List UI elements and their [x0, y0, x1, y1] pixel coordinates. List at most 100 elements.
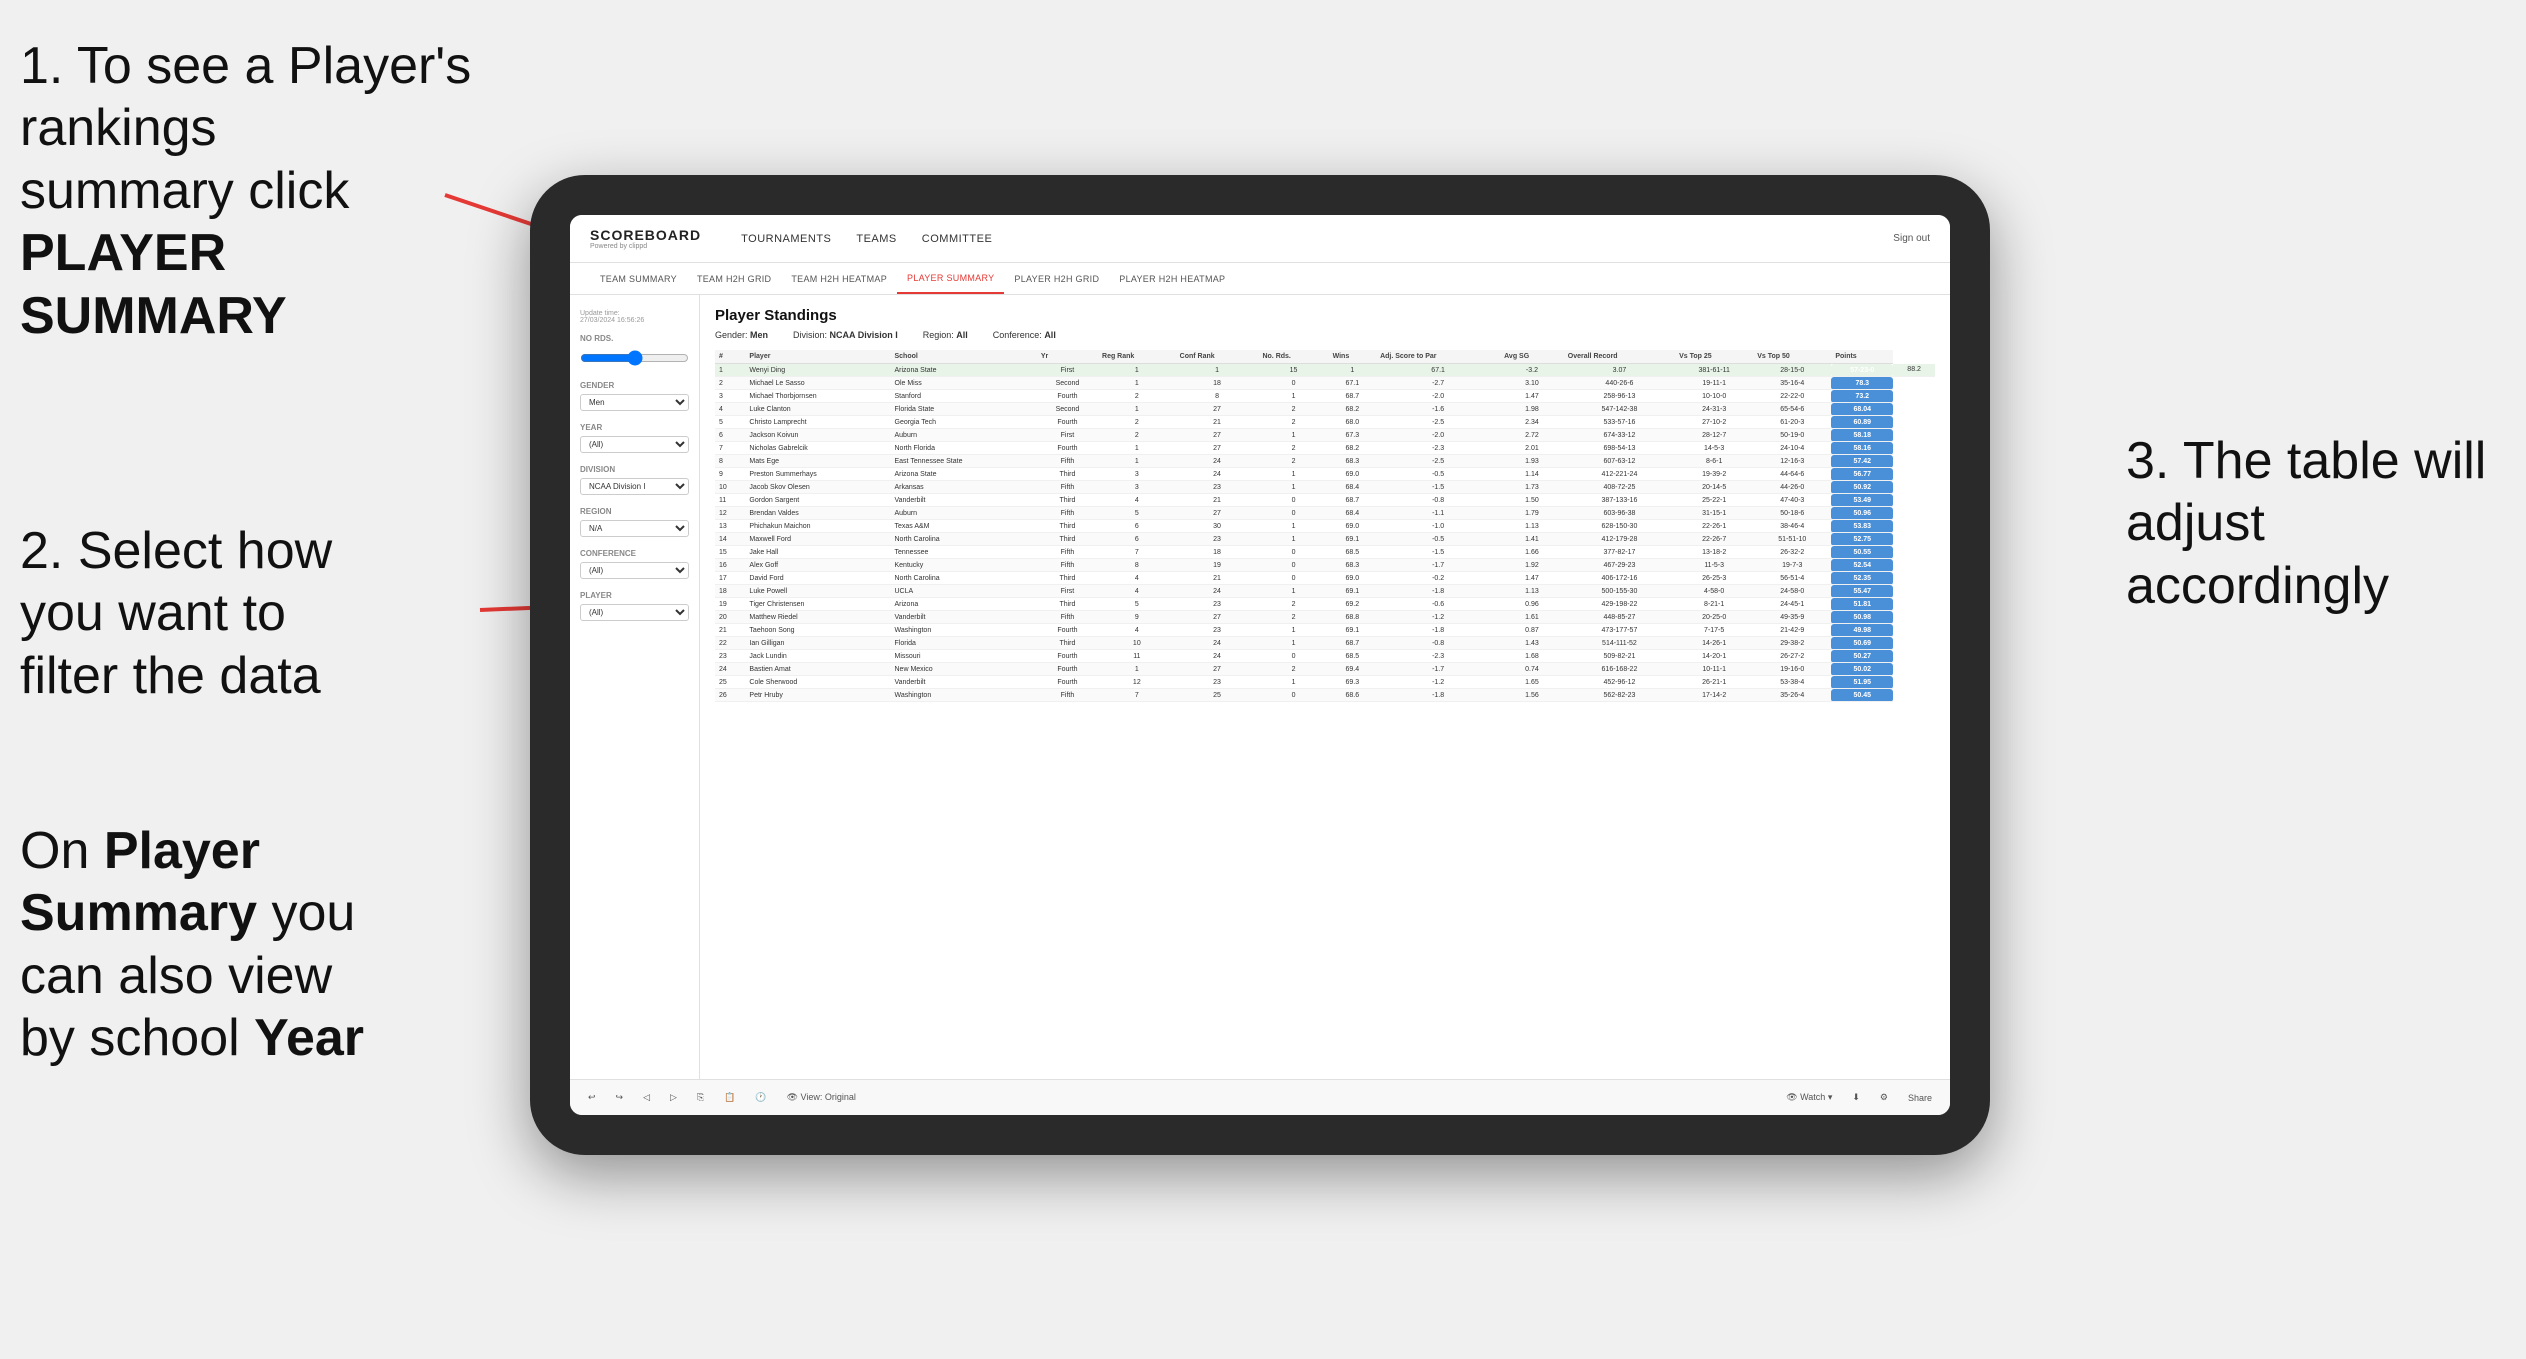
annotation-number-1: 1.: [20, 37, 63, 95]
sub-nav-team-h2h-heatmap[interactable]: TEAM H2H HEATMAP: [781, 263, 897, 294]
nav-item-tournaments[interactable]: TOURNAMENTS: [741, 229, 831, 249]
table-row: 7Nicholas GabrelcikNorth FloridaFourth12…: [715, 442, 1935, 455]
toolbar-copy[interactable]: ⎘: [691, 1090, 710, 1105]
sub-nav: TEAM SUMMARY TEAM H2H GRID TEAM H2H HEAT…: [570, 263, 1950, 295]
table-row: 3Michael ThorbjornsenStanfordFourth28168…: [715, 390, 1935, 403]
sidebar-region-label: Region: [580, 507, 689, 516]
standings-table: # Player School Yr Reg Rank Conf Rank No…: [715, 350, 1935, 702]
table-row: 22Ian GilliganFloridaThird1024168.7-0.81…: [715, 637, 1935, 650]
toolbar-export[interactable]: ⬇: [1846, 1090, 1866, 1105]
table-row: 6Jackson KoivunAuburnFirst227167.3-2.02.…: [715, 429, 1935, 442]
table-row: 20Matthew RiedelVanderbiltFifth927268.8-…: [715, 611, 1935, 624]
gender-select[interactable]: Men Women: [580, 394, 689, 411]
sidebar-division-label: Division: [580, 465, 689, 474]
nav-items: TOURNAMENTS TEAMS COMMITTEE: [741, 229, 992, 249]
no-rds-slider[interactable]: [580, 350, 689, 366]
annotation-bold: PLAYERSUMMARY: [20, 224, 287, 344]
toolbar-clock[interactable]: 🕐: [749, 1090, 772, 1105]
toolbar-share[interactable]: Share: [1902, 1091, 1938, 1105]
table-row: 17David FordNorth CarolinaThird421069.0-…: [715, 572, 1935, 585]
sidebar-conference-section: Conference (All): [580, 549, 689, 579]
conference-select[interactable]: (All): [580, 562, 689, 579]
sidebar-player-label: Player: [580, 591, 689, 600]
col-player: Player: [745, 350, 890, 364]
logo-text: SCOREBOARD: [590, 227, 701, 243]
sidebar-region-section: Region N/A: [580, 507, 689, 537]
toolbar-back[interactable]: ◁: [637, 1090, 656, 1105]
sidebar-no-rds-label: No Rds.: [580, 334, 689, 343]
player-select[interactable]: (All): [580, 604, 689, 621]
table-row: 25Cole SherwoodVanderbiltFourth1223169.3…: [715, 676, 1935, 689]
table-row: 15Jake HallTennesseeFifth718068.5-1.51.6…: [715, 546, 1935, 559]
annotation-player-summary-bold: PlayerSummary: [20, 822, 260, 942]
sub-nav-player-summary[interactable]: PLAYER SUMMARY: [897, 263, 1004, 294]
nav-bar: SCOREBOARD Powered by clippd TOURNAMENTS…: [570, 215, 1950, 263]
toolbar-redo[interactable]: ↪: [610, 1090, 630, 1105]
col-adj-score: Adj. Score to Par: [1376, 350, 1500, 364]
toolbar-view[interactable]: 👁 View: Original: [781, 1090, 862, 1105]
annotation-mid-left: 2. Select howyou want tofilter the data: [20, 520, 400, 707]
col-no-rds: No. Rds.: [1258, 350, 1328, 364]
annotation-right: 3. The table willadjust accordingly: [2126, 430, 2506, 617]
nav-item-committee[interactable]: COMMITTEE: [922, 229, 993, 249]
table-row: 1Wenyi DingArizona StateFirst1115167.1-3…: [715, 364, 1935, 377]
table-row: 2Michael Le SassoOle MissSecond118067.1-…: [715, 377, 1935, 390]
main-content: Update time:27/03/2024 16:56:26 No Rds. …: [570, 295, 1950, 1079]
sidebar-year-section: Year (All) First Second Third Fourth Fif…: [580, 423, 689, 453]
table-row: 5Christo LamprechtGeorgia TechFourth2212…: [715, 416, 1935, 429]
table-row: 4Luke ClantonFlorida StateSecond127268.2…: [715, 403, 1935, 416]
col-school: School: [891, 350, 1037, 364]
toolbar-paste[interactable]: 📋: [718, 1090, 741, 1105]
col-vs-top25: Vs Top 25: [1675, 350, 1753, 364]
filter-conference: Conference: All: [993, 330, 1056, 340]
table-row: 10Jacob Skov OlesenArkansasFifth323168.4…: [715, 481, 1935, 494]
table-row: 23Jack LundinMissouriFourth1124068.5-2.3…: [715, 650, 1935, 663]
table-row: 16Alex GoffKentuckyFifth819068.3-1.71.92…: [715, 559, 1935, 572]
col-avg-sg: Avg SG: [1500, 350, 1564, 364]
table-row: 19Tiger ChristensenArizonaThird523269.2-…: [715, 598, 1935, 611]
sub-nav-player-h2h-grid[interactable]: PLAYER H2H GRID: [1004, 263, 1109, 294]
division-select[interactable]: NCAA Division I: [580, 478, 689, 495]
filter-row: Gender: Men Division: NCAA Division I Re…: [715, 330, 1935, 340]
annotation-year-bold: Year: [254, 1009, 364, 1067]
sidebar-gender-label: Gender: [580, 381, 689, 390]
table-row: 8Mats EgeEast Tennessee StateFifth124268…: [715, 455, 1935, 468]
col-conf-rank: Conf Rank: [1176, 350, 1259, 364]
annotation-top-left: 1. To see a Player's rankings summary cl…: [20, 35, 500, 347]
table-row: 18Luke PowellUCLAFirst424169.1-1.81.1350…: [715, 585, 1935, 598]
annotation-number-2: 2.: [20, 522, 63, 580]
col-yr: Yr: [1037, 350, 1098, 364]
toolbar-undo[interactable]: ↩: [582, 1090, 602, 1105]
logo-sub: Powered by clippd: [590, 243, 647, 250]
year-select[interactable]: (All) First Second Third Fourth Fifth: [580, 436, 689, 453]
sub-nav-player-h2h-heatmap[interactable]: PLAYER H2H HEATMAP: [1109, 263, 1235, 294]
logo-area: SCOREBOARD Powered by clippd: [590, 227, 701, 250]
table-row: 13Phichakun MaichonTexas A&MThird630169.…: [715, 520, 1935, 533]
table-row: 26Petr HrubyWashingtonFifth725068.6-1.81…: [715, 689, 1935, 702]
sidebar-update-time: Update time:27/03/2024 16:56:26: [580, 310, 689, 324]
col-wins: Wins: [1329, 350, 1377, 364]
table-row: 9Preston SummerhaysArizona StateThird324…: [715, 468, 1935, 481]
col-reg-rank: Reg Rank: [1098, 350, 1176, 364]
sidebar-player-section: Player (All): [580, 591, 689, 621]
table-row: 14Maxwell FordNorth CarolinaThird623169.…: [715, 533, 1935, 546]
region-select[interactable]: N/A: [580, 520, 689, 537]
tablet-frame: SCOREBOARD Powered by clippd TOURNAMENTS…: [530, 175, 1990, 1155]
col-rank: #: [715, 350, 745, 364]
filter-division: Division: NCAA Division I: [793, 330, 898, 340]
sidebar-division-section: Division NCAA Division I: [580, 465, 689, 495]
table-title: Player Standings: [715, 307, 1935, 324]
table-row: 12Brendan ValdesAuburnFifth527068.4-1.11…: [715, 507, 1935, 520]
annotation-bottom-left: On PlayerSummary youcan also viewby scho…: [20, 820, 400, 1070]
annotation-line1: To see a Player's rankings: [20, 37, 471, 157]
sub-nav-team-summary[interactable]: TEAM SUMMARY: [590, 263, 687, 294]
col-vs-top50: Vs Top 50: [1753, 350, 1831, 364]
toolbar-settings[interactable]: ⚙: [1874, 1090, 1894, 1105]
nav-item-teams[interactable]: TEAMS: [856, 229, 896, 249]
sub-nav-team-h2h-grid[interactable]: TEAM H2H GRID: [687, 263, 781, 294]
toolbar-forward[interactable]: ▷: [664, 1090, 683, 1105]
sidebar-no-rds: No Rds.: [580, 334, 689, 369]
toolbar-watch[interactable]: 👁 Watch ▾: [1780, 1090, 1838, 1105]
nav-right: Sign out: [1893, 233, 1930, 244]
sign-out-link[interactable]: Sign out: [1893, 233, 1930, 244]
